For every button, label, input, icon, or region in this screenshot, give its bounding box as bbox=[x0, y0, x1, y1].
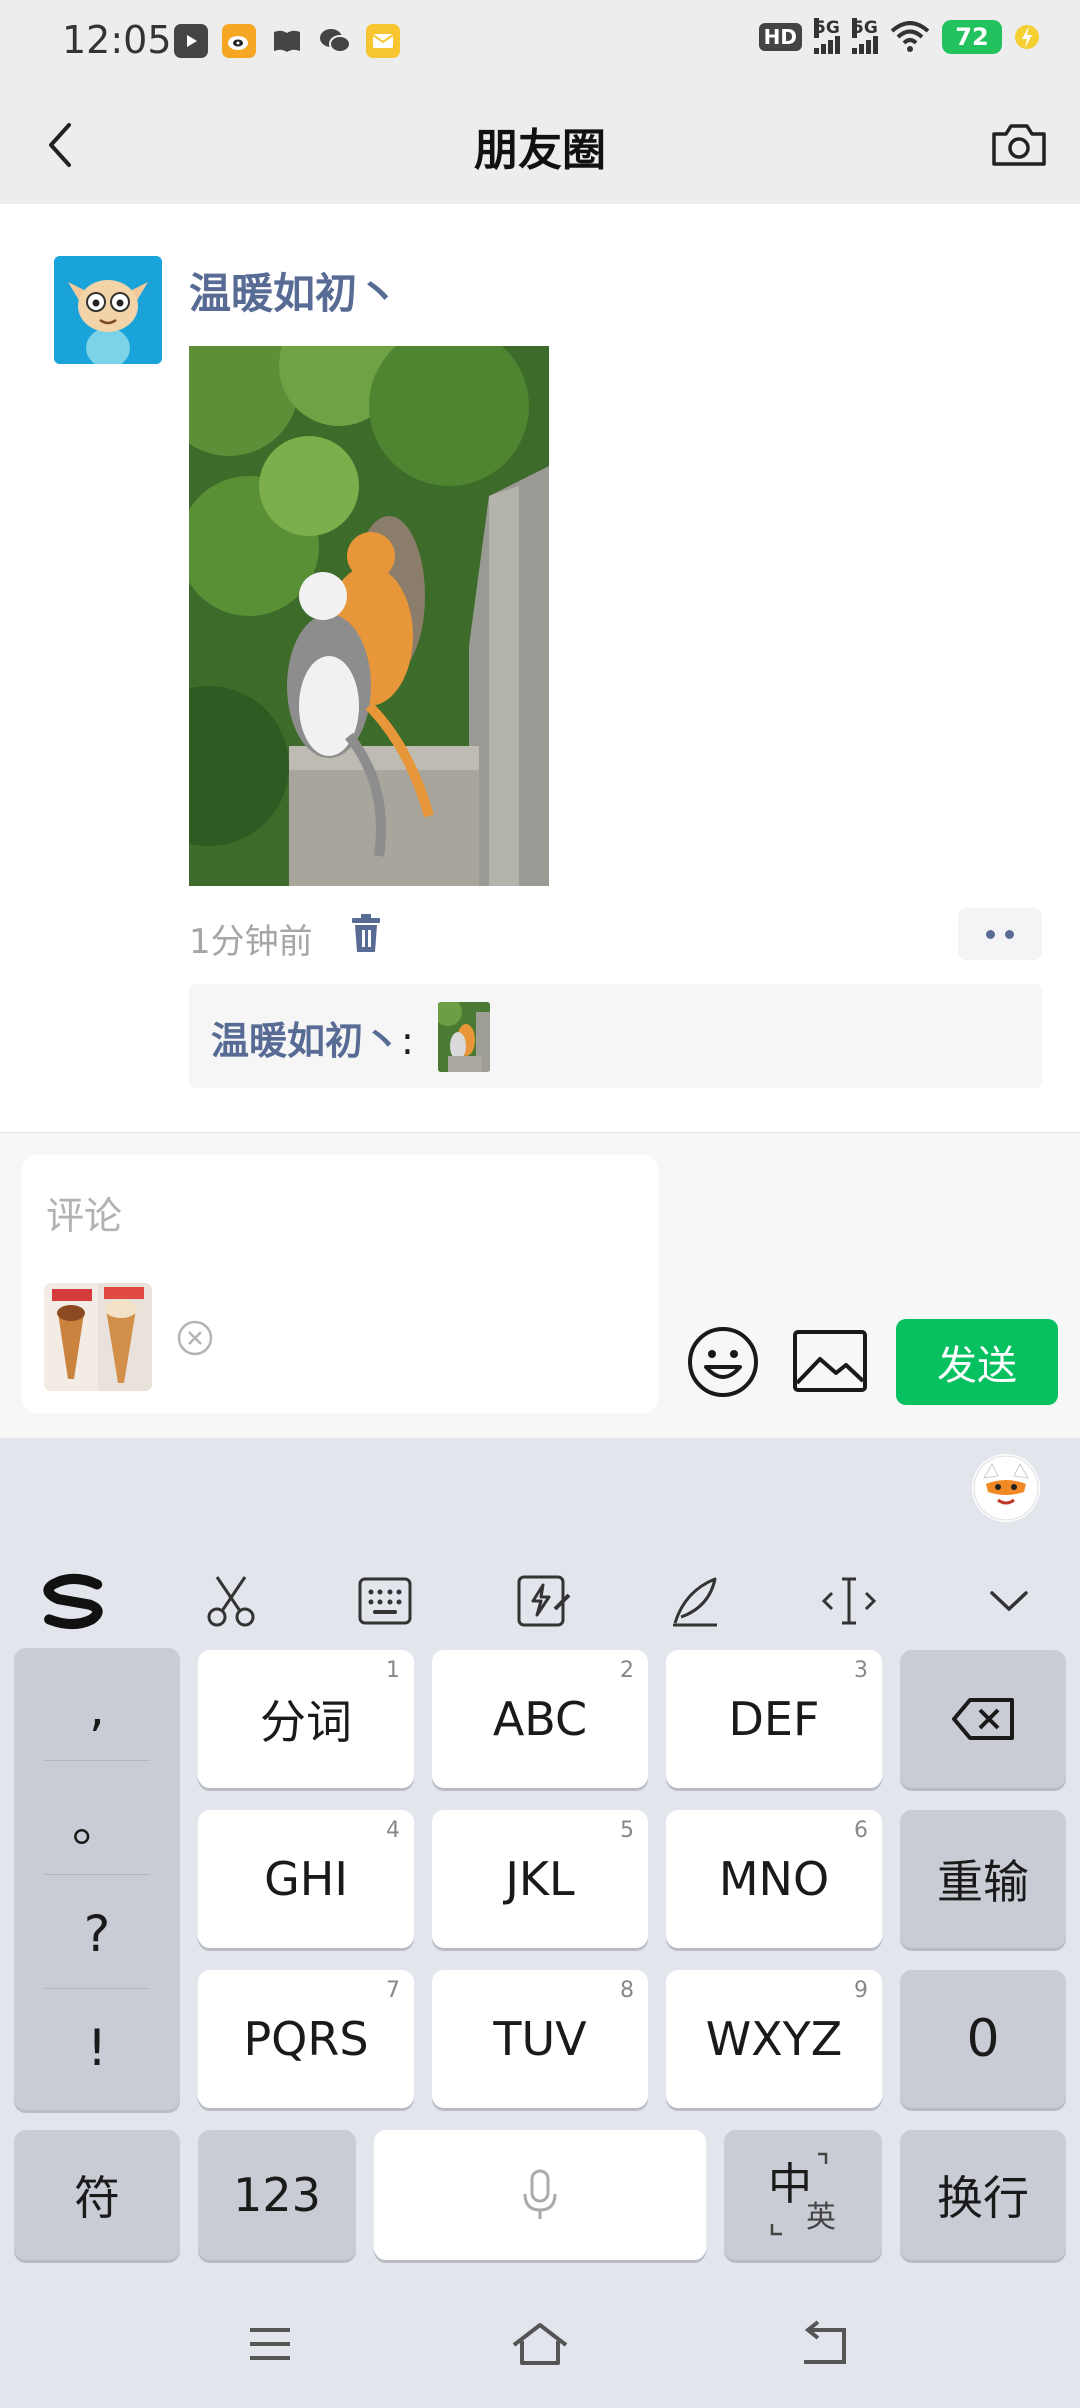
dot-icon bbox=[1005, 929, 1014, 939]
key-1[interactable]: 分词 1 bbox=[198, 1650, 414, 1788]
language-switch-key[interactable]: 中 英 bbox=[724, 2130, 882, 2260]
back-nav-button[interactable] bbox=[794, 2314, 854, 2374]
punct-key[interactable]: ? bbox=[14, 1878, 180, 1990]
menu-nav-button[interactable] bbox=[240, 2314, 300, 2374]
image-icon bbox=[793, 1330, 867, 1392]
handwriting-icon[interactable] bbox=[660, 1566, 730, 1636]
wechat-icon bbox=[318, 24, 352, 58]
punct-key[interactable]: ! bbox=[14, 1992, 180, 2104]
ime-mascot-icon[interactable] bbox=[972, 1454, 1040, 1522]
comment-image-thumbnail[interactable] bbox=[438, 1002, 490, 1072]
home-nav-button[interactable] bbox=[510, 2314, 570, 2374]
sogou-logo-icon[interactable] bbox=[40, 1566, 110, 1636]
status-bar: 12:05 HD 5G 5G 72 bbox=[0, 0, 1080, 86]
key-0[interactable]: 0 bbox=[900, 1970, 1066, 2108]
menu-icon bbox=[250, 2328, 290, 2360]
hd-badge: HD bbox=[758, 23, 802, 51]
key-2[interactable]: ABC 2 bbox=[432, 1650, 648, 1788]
keyboard-icon[interactable] bbox=[350, 1566, 420, 1636]
microphone-icon bbox=[523, 2169, 557, 2219]
nav-bar: 朋友圈 bbox=[0, 86, 1080, 204]
key-7[interactable]: PQRS 7 bbox=[198, 1970, 414, 2108]
post-photo[interactable] bbox=[189, 346, 549, 886]
comment-list: 温暖如初丶: bbox=[189, 984, 1042, 1088]
status-indicators: HD 5G 5G 72 bbox=[758, 18, 1040, 54]
key-8[interactable]: TUV 8 bbox=[432, 1970, 648, 2108]
mail-icon bbox=[366, 24, 400, 58]
emoji-icon bbox=[688, 1327, 758, 1397]
comment-input[interactable]: 评论 bbox=[22, 1155, 658, 1413]
key-6[interactable]: MNO 6 bbox=[666, 1810, 882, 1948]
scissors-icon[interactable] bbox=[196, 1566, 266, 1636]
cursor-icon[interactable] bbox=[814, 1566, 884, 1636]
attached-image-thumbnail[interactable] bbox=[44, 1283, 152, 1391]
quick-phrase-icon[interactable] bbox=[508, 1566, 578, 1636]
weibo-icon bbox=[222, 24, 256, 58]
reinput-button[interactable]: 重输 bbox=[900, 1810, 1066, 1948]
page-title: 朋友圈 bbox=[474, 125, 606, 176]
ime-toolbar bbox=[0, 1538, 1080, 1658]
signal-1-icon: 5G bbox=[814, 18, 840, 54]
space-key[interactable] bbox=[374, 2130, 706, 2260]
status-time: 12:05 bbox=[62, 18, 172, 62]
comment-placeholder: 评论 bbox=[46, 1194, 123, 1238]
close-circle-icon bbox=[177, 1320, 213, 1356]
emoji-button[interactable] bbox=[686, 1325, 760, 1399]
book-icon bbox=[270, 24, 304, 58]
punct-key[interactable]: 。 bbox=[14, 1764, 180, 1876]
key-9[interactable]: WXYZ 9 bbox=[666, 1970, 882, 2108]
collapse-keyboard-icon[interactable] bbox=[974, 1566, 1044, 1636]
image-picker-button[interactable] bbox=[792, 1329, 868, 1393]
numeric-key[interactable]: 123 bbox=[198, 2130, 356, 2260]
comment-author[interactable]: 温暖如初丶: bbox=[211, 1010, 414, 1065]
moment-post: 温暖如初丶 1分钟前 温暖如初丶: bbox=[0, 204, 1080, 1132]
send-button[interactable]: 发送 bbox=[896, 1319, 1058, 1405]
post-author-name[interactable]: 温暖如初丶 bbox=[189, 260, 399, 321]
charging-icon bbox=[1015, 25, 1039, 49]
video-app-icon bbox=[174, 24, 208, 58]
comment-input-panel: 评论 发送 bbox=[0, 1132, 1080, 1438]
symbols-key[interactable]: 符 bbox=[14, 2130, 180, 2260]
wifi-icon bbox=[890, 21, 930, 52]
camera-button[interactable] bbox=[986, 112, 1052, 178]
home-icon bbox=[512, 2323, 568, 2365]
more-options-button[interactable] bbox=[958, 908, 1042, 960]
camera-icon bbox=[992, 124, 1046, 166]
punct-key[interactable]: , bbox=[14, 1652, 180, 1764]
avatar[interactable] bbox=[54, 256, 162, 364]
enter-key[interactable]: 换行 bbox=[900, 2130, 1066, 2260]
key-4[interactable]: GHI 4 bbox=[198, 1810, 414, 1948]
battery-indicator: 72 bbox=[942, 20, 1002, 54]
status-app-icons bbox=[174, 24, 400, 58]
key-3[interactable]: DEF 3 bbox=[666, 1650, 882, 1788]
system-nav-bar bbox=[0, 2278, 1080, 2408]
signal-2-icon: 5G bbox=[852, 18, 878, 54]
backspace-button[interactable] bbox=[900, 1650, 1066, 1788]
key-5[interactable]: JKL 5 bbox=[432, 1810, 648, 1948]
backspace-icon bbox=[952, 1698, 1014, 1740]
dot-icon bbox=[986, 929, 995, 939]
remove-attachment-button[interactable] bbox=[176, 1319, 214, 1357]
post-timestamp: 1分钟前 bbox=[189, 922, 313, 962]
trash-icon[interactable] bbox=[346, 912, 386, 956]
return-icon bbox=[804, 2320, 846, 2364]
punctuation-column: , 。 ? ! bbox=[14, 1648, 180, 2110]
